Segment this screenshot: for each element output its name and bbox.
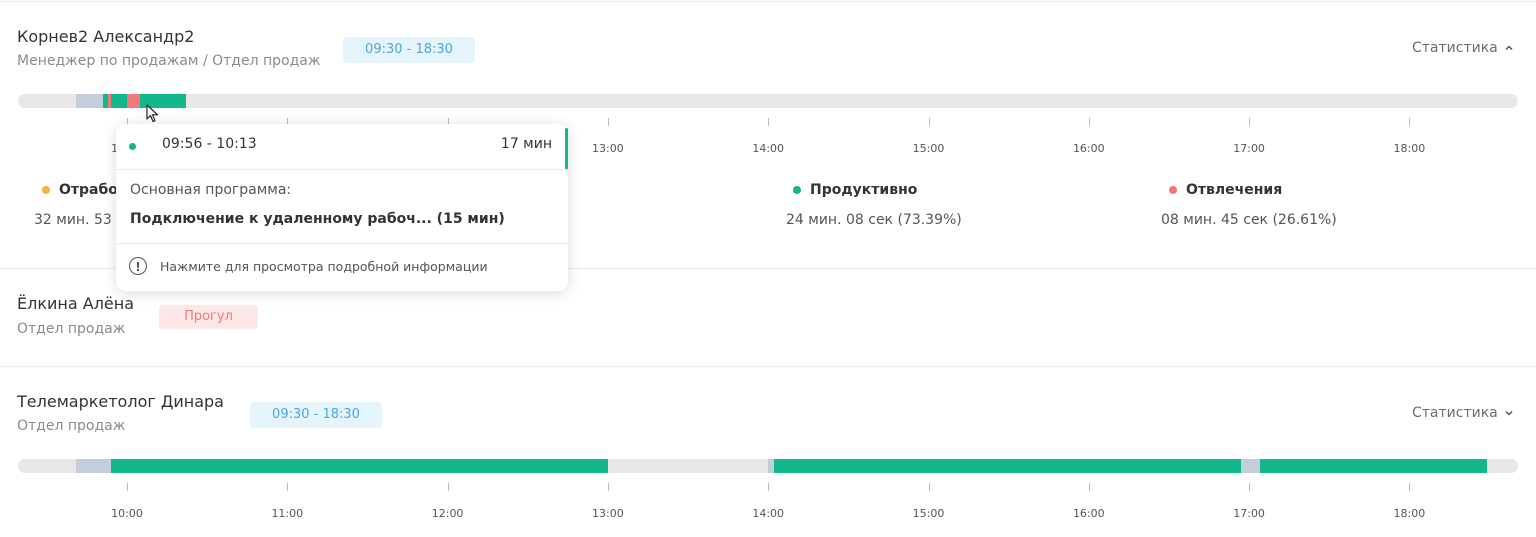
employee-subtitle: Отдел продаж <box>17 418 126 434</box>
axis-tick <box>1088 118 1090 126</box>
schedule-badge: 09:30 - 18:30 <box>250 402 382 428</box>
tooltip-time-range: 09:56 - 10:13 <box>162 136 257 152</box>
distraction-dot-icon <box>1169 186 1177 194</box>
axis-tick <box>928 483 930 491</box>
axis-tick-label: 17:00 <box>1233 142 1265 155</box>
divider <box>116 243 568 244</box>
legend-distraction: Отвлечения <box>1169 182 1282 198</box>
legend-productive-value: 24 мин. 08 сек (73.39%) <box>786 212 962 228</box>
employee-subtitle: Отдел продаж <box>17 321 126 337</box>
divider <box>0 366 1536 367</box>
absence-badge: Прогул <box>159 305 258 329</box>
info-icon: ! <box>129 257 147 275</box>
legend-distraction-label: Отвлечения <box>1186 182 1283 198</box>
divider <box>116 169 568 170</box>
axis-tick <box>1249 118 1251 126</box>
statistics-toggle[interactable]: Статистика <box>1412 405 1514 421</box>
statistics-label: Статистика <box>1412 40 1498 56</box>
employee-name[interactable]: Ёлкина Алёна <box>17 294 134 313</box>
axis-tick <box>607 483 609 491</box>
timeline-segment-productive[interactable] <box>110 94 127 108</box>
axis-tick-label: 15:00 <box>912 507 945 520</box>
timeline-segment-productive[interactable] <box>1259 459 1487 473</box>
axis-tick <box>1249 483 1251 491</box>
axis-tick <box>768 483 770 491</box>
tooltip-program-label: Основная программа: <box>130 182 292 198</box>
axis-tick-label: 11:00 <box>271 507 304 520</box>
axis-tick-label: 13:00 <box>592 142 624 155</box>
axis-tick-label: 16:00 <box>1072 142 1105 155</box>
productive-dot-icon <box>793 186 801 194</box>
axis-tick-label: 14:00 <box>752 142 785 155</box>
axis-tick <box>1409 483 1411 491</box>
legend-productive-label: Продуктивно <box>810 182 918 198</box>
axis-tick <box>447 483 449 491</box>
axis-tick <box>607 118 609 126</box>
tooltip-accent-bar <box>565 128 568 170</box>
axis-tick <box>1409 118 1411 126</box>
statistics-toggle[interactable]: Статистика <box>1412 40 1514 56</box>
employee-name[interactable]: Телемаркетолог Динара <box>17 392 224 411</box>
axis-tick-label: 17:00 <box>1233 507 1265 520</box>
timeline-segment-distraction[interactable] <box>127 94 141 108</box>
tooltip-duration: 17 мин <box>500 136 552 152</box>
segment-tooltip[interactable]: 09:56 - 10:13 17 мин Основная программа:… <box>116 124 568 291</box>
timeline-segment-idle[interactable] <box>1241 459 1260 473</box>
schedule-badge: 09:30 - 18:30 <box>343 37 475 63</box>
timeline-segment-productive[interactable] <box>110 459 608 473</box>
axis-tick <box>287 483 289 491</box>
employee-subtitle: Менеджер по продажам / Отдел продаж <box>17 53 321 69</box>
employee-name[interactable]: Корнев2 Александр2 <box>17 27 194 46</box>
timeline-segment-idle[interactable] <box>76 94 103 108</box>
divider <box>0 1 1536 2</box>
axis-tick-label: 18:00 <box>1393 142 1426 155</box>
axis-tick-label: 15:00 <box>912 142 945 155</box>
statistics-label: Статистика <box>1412 405 1498 421</box>
axis-tick-label: 18:00 <box>1393 507 1426 520</box>
tooltip-hint[interactable]: Нажмите для просмотра подробной информац… <box>160 259 488 274</box>
worked-dot-icon <box>42 186 50 194</box>
chevron-down-icon <box>1505 410 1513 416</box>
tooltip-program-name: Подключение к удаленному рабоч... (15 ми… <box>130 211 505 227</box>
timeline-segment-idle[interactable] <box>76 459 111 473</box>
axis-tick <box>127 483 128 491</box>
axis-tick <box>928 118 930 126</box>
productive-dot-icon <box>129 143 136 150</box>
axis-tick-label: 10:00 <box>111 507 143 520</box>
axis-tick <box>1088 483 1090 491</box>
legend-productive: Продуктивно <box>793 182 917 198</box>
axis-tick <box>768 118 770 126</box>
chevron-up-icon <box>1505 45 1513 51</box>
timeline-segment-productive[interactable] <box>773 459 1242 473</box>
activity-timeline[interactable] <box>18 94 1518 108</box>
axis-tick-label: 14:00 <box>752 507 785 520</box>
legend-distraction-value: 08 мин. 45 сек (26.61%) <box>1161 212 1337 228</box>
axis-tick-label: 16:00 <box>1072 507 1105 520</box>
axis-tick-label: 13:00 <box>592 507 624 520</box>
axis-tick-label: 12:00 <box>431 507 464 520</box>
activity-timeline[interactable] <box>18 459 1518 473</box>
mouse-cursor-icon <box>146 104 159 123</box>
